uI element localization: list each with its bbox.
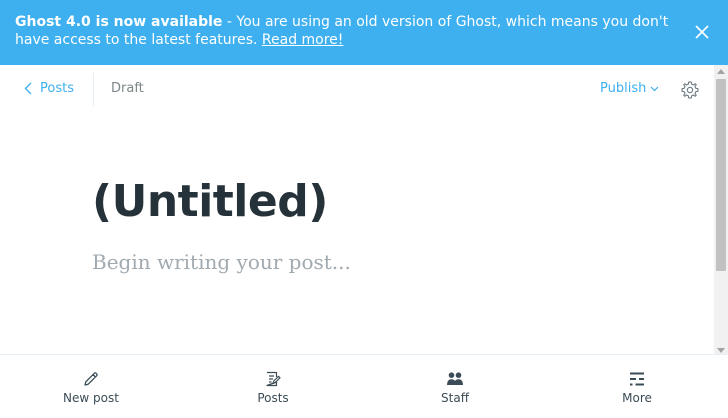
banner-message: Ghost 4.0 is now available - You are usi…: [15, 13, 675, 49]
pencil-icon: [84, 372, 98, 386]
update-banner: Ghost 4.0 is now available - You are usi…: [0, 0, 728, 65]
scroll-up-arrow[interactable]: [717, 69, 725, 74]
nav-posts[interactable]: Posts: [182, 355, 364, 418]
back-to-posts-link[interactable]: Posts: [24, 81, 74, 96]
chevron-down-icon: [650, 86, 659, 91]
staff-icon: [447, 372, 463, 385]
banner-close-button[interactable]: [690, 20, 714, 44]
banner-title: Ghost 4.0 is now available: [15, 14, 223, 30]
nav-more-label: More: [622, 391, 652, 405]
chevron-left-icon: [24, 82, 32, 95]
gear-icon: [681, 81, 699, 99]
nav-new-post[interactable]: New post: [0, 355, 182, 418]
scroll-down-arrow[interactable]: [717, 348, 725, 353]
posts-icon: [266, 371, 281, 387]
publish-menu-button[interactable]: Publish: [600, 81, 659, 96]
post-status: Draft: [111, 81, 144, 96]
header-divider: [93, 73, 94, 106]
post-body-editor[interactable]: Begin writing your post...: [92, 248, 351, 276]
nav-more[interactable]: More: [546, 355, 728, 418]
back-label: Posts: [40, 81, 74, 96]
nav-new-post-label: New post: [63, 391, 119, 405]
editor-scrollbar[interactable]: [714, 65, 728, 355]
nav-staff-label: Staff: [441, 391, 469, 405]
bottom-nav: New post Posts Staff More: [0, 354, 728, 418]
more-icon: [630, 372, 644, 386]
editor-header: Posts Draft Publish: [0, 65, 714, 113]
post-title-input[interactable]: (Untitled): [92, 172, 328, 232]
post-settings-button[interactable]: [680, 80, 700, 100]
nav-staff[interactable]: Staff: [364, 355, 546, 418]
publish-label: Publish: [600, 81, 647, 96]
banner-read-more-link[interactable]: Read more!: [262, 32, 344, 48]
nav-posts-label: Posts: [257, 391, 289, 405]
scroll-thumb[interactable]: [716, 79, 726, 271]
close-icon: [695, 25, 709, 39]
